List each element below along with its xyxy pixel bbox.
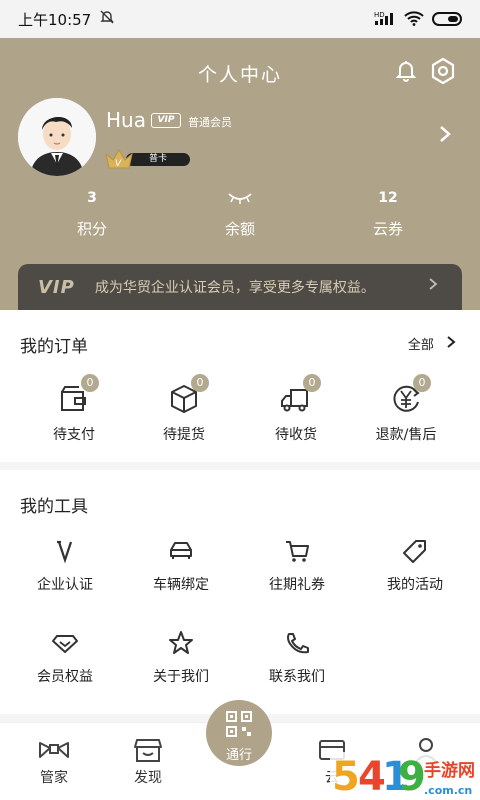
stat-coupons[interactable]: 12 云券 [338,190,438,239]
eye-closed-icon [190,190,290,214]
tool-contact-us[interactable]: 联系我们 [242,630,352,686]
vip-banner[interactable]: VIP 成为华贸企业认证会员，享受更多专属权益。 [18,264,462,310]
tool-member-benefits[interactable]: 会员权益 [10,630,120,686]
svg-text:9: 9 [398,754,426,798]
tab-discover[interactable]: 发现 [108,735,188,787]
tab-label: 发现 [134,770,162,786]
bell-off-icon [99,9,115,29]
pass-button-label: 通行 [225,748,252,763]
order-label: 待支付 [53,427,95,443]
tool-about-us[interactable]: 关于我们 [126,630,236,686]
svg-text:.com.cn: .com.cn [424,784,472,797]
tool-label: 联系我们 [269,669,325,685]
orders-title: 我的订单 [20,337,88,357]
order-label: 待提货 [163,427,205,443]
tools-title: 我的工具 [20,497,88,517]
username: Hua [106,108,146,132]
profile-header: 个人中心 Hua VIP 普通会员 普卡 V 3 积分 余额 12 云券 VIP… [0,38,480,310]
tool-label: 关于我们 [153,669,209,685]
card-level-label: 普卡 [126,153,190,166]
stat-balance[interactable]: 余额 [190,190,290,239]
wifi-icon [404,10,424,29]
stat-value: 3 [87,190,97,206]
stat-label: 余额 [224,220,255,238]
status-icons: HD [374,10,462,29]
svg-text:V: V [115,159,122,169]
avatar[interactable] [18,98,96,176]
enterprise-v-icon [50,538,80,564]
battery-icon [432,12,462,26]
orders-panel: 我的订单 全部 0 待支付 0 待提货 0 待收货 0 退款/售后 [0,310,480,462]
bell-icon[interactable] [392,56,420,84]
bowtie-icon [36,735,72,765]
stat-label: 云券 [372,220,403,238]
store-icon [130,735,166,765]
tool-label: 我的活动 [387,577,443,593]
order-count-badge: 0 [191,374,209,392]
chevron-right-icon [446,335,456,353]
order-count-badge: 0 [303,374,321,392]
svg-text:手游网: 手游网 [424,760,475,781]
svg-text:HD: HD [374,11,385,19]
diamond-icon [50,630,80,656]
card-badge: 普卡 V [104,148,190,170]
member-level: 普通会员 [188,116,232,129]
orders-all-link[interactable]: 全部 [408,334,456,353]
stat-points[interactable]: 3 积分 [42,190,142,239]
star-icon [166,630,196,656]
chevron-right-icon[interactable] [438,124,452,149]
tool-label: 车辆绑定 [153,577,209,593]
tool-vehicle-binding[interactable]: 车辆绑定 [126,538,236,594]
settings-icon[interactable] [428,56,458,86]
vip-tag: VIP [151,113,181,128]
status-bar: 上午10:57 HD [0,0,480,38]
car-icon [166,538,196,564]
pass-button[interactable]: 通行 [206,700,272,766]
order-count-badge: 0 [413,374,431,392]
wallet-icon: 0 [57,374,99,416]
cart-icon [282,538,312,564]
phone-icon [282,630,312,656]
tools-panel: 我的工具 企业认证 车辆绑定 往期礼券 我的活动 会员权益 关于我们 联系我们 [0,470,480,714]
yen-refund-icon: 0 [389,374,431,416]
tool-past-coupons[interactable]: 往期礼券 [242,538,352,594]
tag-icon [400,538,430,564]
status-time: 上午10:57 [18,10,92,29]
order-pending-payment[interactable]: 0 待支付 [24,374,124,444]
tool-label: 企业认证 [37,577,93,593]
tool-my-activities[interactable]: 我的活动 [360,538,470,594]
tool-enterprise-auth[interactable]: 企业认证 [10,538,120,594]
orders-all-label: 全部 [407,338,434,353]
tool-label: 会员权益 [37,669,93,685]
tab-label: 管家 [40,770,68,786]
package-icon: 0 [167,374,209,416]
site-watermark-logo: 5 4 1 9 手游网 .com.cn [330,752,480,800]
order-refund[interactable]: 0 退款/售后 [356,374,456,444]
svg-text:5: 5 [332,754,360,798]
signal-icon: HD [374,10,396,29]
crown-icon: V [104,148,134,170]
order-label: 退款/售后 [375,427,437,443]
stat-value: 12 [378,190,398,206]
tab-butler[interactable]: 管家 [14,735,94,787]
order-label: 待收货 [275,427,317,443]
stat-label: 积分 [76,220,107,238]
order-pending-pickup[interactable]: 0 待提货 [134,374,234,444]
truck-icon: 0 [279,374,321,416]
vip-logo: VIP [38,276,75,298]
chevron-right-icon [428,276,438,296]
order-pending-delivery[interactable]: 0 待收货 [246,374,346,444]
tool-label: 往期礼券 [269,577,325,593]
qr-code-icon [206,700,272,742]
vip-banner-text: 成为华贸企业认证会员，享受更多专属权益。 [94,280,375,296]
order-count-badge: 0 [81,374,99,392]
